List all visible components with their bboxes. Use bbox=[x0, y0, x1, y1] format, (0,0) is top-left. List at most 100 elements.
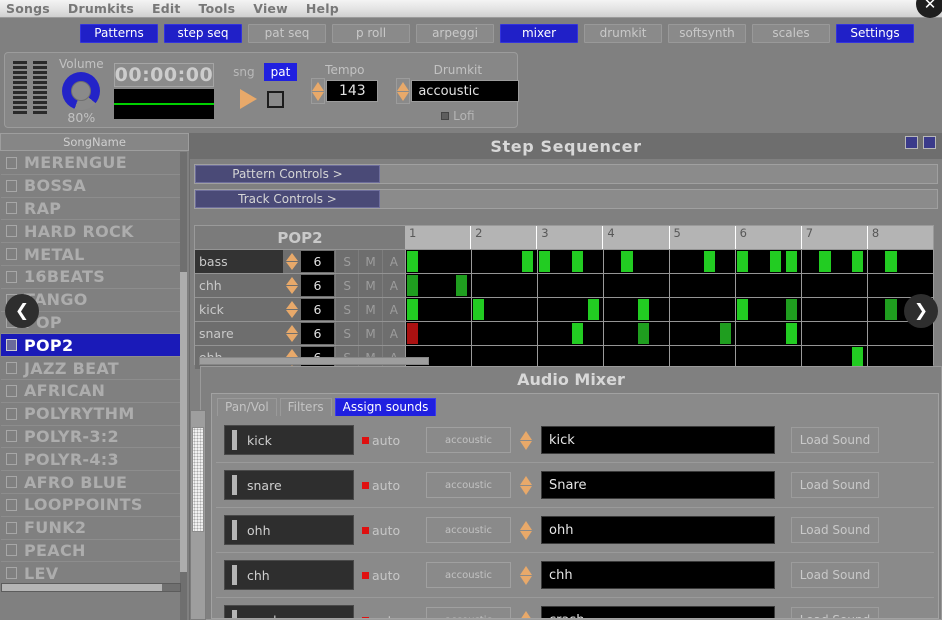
song-checkbox[interactable] bbox=[6, 544, 17, 556]
step-cell[interactable] bbox=[620, 250, 636, 273]
step-cell[interactable] bbox=[867, 298, 884, 321]
song-list-item[interactable]: POLYRYTHM bbox=[1, 403, 181, 426]
tab-scales[interactable]: scales bbox=[752, 24, 830, 43]
sound-stepper[interactable] bbox=[519, 517, 533, 543]
step-cell[interactable] bbox=[521, 298, 537, 321]
track-solo-button[interactable]: S bbox=[335, 250, 358, 273]
step-cell[interactable] bbox=[439, 250, 455, 273]
track-down-icon[interactable] bbox=[286, 310, 298, 318]
step-cell[interactable] bbox=[735, 274, 752, 297]
step-note[interactable] bbox=[572, 323, 583, 344]
step-note[interactable] bbox=[852, 251, 863, 272]
tab-step-seq[interactable]: step seq bbox=[164, 24, 242, 43]
song-checkbox[interactable] bbox=[6, 476, 17, 488]
step-note[interactable] bbox=[588, 299, 599, 320]
track-value[interactable]: 6 bbox=[300, 298, 335, 321]
song-list-item[interactable]: AFRICAN bbox=[1, 380, 181, 403]
sound-up-icon[interactable] bbox=[520, 476, 532, 485]
step-cell[interactable] bbox=[620, 298, 636, 321]
step-note[interactable] bbox=[885, 251, 896, 272]
step-note[interactable] bbox=[786, 299, 797, 320]
step-cell[interactable] bbox=[669, 298, 686, 321]
step-cell[interactable] bbox=[785, 322, 801, 345]
step-note[interactable] bbox=[770, 251, 781, 272]
step-cell[interactable] bbox=[455, 274, 471, 297]
song-list-item[interactable]: POLYR-3:2 bbox=[1, 426, 181, 449]
song-checkbox[interactable] bbox=[6, 362, 17, 374]
mixer-tab-assign-sounds[interactable]: Assign sounds bbox=[335, 398, 437, 416]
sound-up-icon[interactable] bbox=[520, 566, 532, 575]
step-cell[interactable] bbox=[801, 322, 818, 345]
track-mute-button[interactable]: M bbox=[358, 298, 381, 321]
step-cell[interactable] bbox=[752, 322, 768, 345]
step-cell[interactable] bbox=[703, 250, 719, 273]
song-list-item[interactable]: PEACH bbox=[1, 540, 181, 563]
stop-square-icon[interactable] bbox=[267, 91, 284, 108]
track-auto-button[interactable]: A bbox=[382, 298, 405, 321]
step-cell[interactable] bbox=[851, 250, 867, 273]
step-cell[interactable] bbox=[455, 250, 471, 273]
track-solo-button[interactable]: S bbox=[335, 322, 358, 345]
song-list-item[interactable]: FUNK2 bbox=[1, 517, 181, 540]
step-cell[interactable] bbox=[587, 274, 603, 297]
sidebar-hscroll-thumb[interactable] bbox=[2, 584, 162, 591]
step-cell[interactable] bbox=[867, 322, 884, 345]
mixer-channel-strip[interactable]: snare bbox=[224, 470, 354, 500]
song-list-item[interactable]: METAL bbox=[1, 243, 181, 266]
drumkit-stepper[interactable] bbox=[396, 78, 410, 104]
auto-toggle[interactable]: auto bbox=[362, 613, 418, 619]
step-cell[interactable] bbox=[818, 298, 834, 321]
step-cell[interactable] bbox=[686, 298, 702, 321]
sound-up-icon[interactable] bbox=[520, 521, 532, 530]
drumkit-up-icon[interactable] bbox=[397, 82, 409, 91]
step-note[interactable] bbox=[473, 299, 484, 320]
step-cell[interactable] bbox=[884, 322, 900, 345]
sound-down-icon[interactable] bbox=[520, 441, 532, 450]
step-cell[interactable] bbox=[422, 298, 438, 321]
step-cell[interactable] bbox=[703, 274, 719, 297]
step-cell[interactable] bbox=[637, 250, 653, 273]
step-cell[interactable] bbox=[488, 250, 504, 273]
step-cell[interactable] bbox=[488, 298, 504, 321]
mixer-tab-pan-vol[interactable]: Pan/Vol bbox=[217, 398, 277, 416]
step-cell[interactable] bbox=[571, 322, 587, 345]
kit-select-button[interactable]: accoustic bbox=[426, 472, 511, 498]
song-list-item[interactable]: BOSSA bbox=[1, 175, 181, 198]
step-cell[interactable] bbox=[637, 322, 653, 345]
step-cell[interactable] bbox=[471, 322, 488, 345]
mixer-tab-filters[interactable]: Filters bbox=[280, 398, 332, 416]
auto-toggle[interactable]: auto bbox=[362, 433, 418, 448]
step-cell[interactable] bbox=[405, 250, 422, 273]
step-cell[interactable] bbox=[769, 322, 785, 345]
track-auto-button[interactable]: A bbox=[382, 274, 405, 297]
step-cell[interactable] bbox=[703, 298, 719, 321]
step-note[interactable] bbox=[407, 275, 418, 296]
step-cell[interactable] bbox=[505, 274, 521, 297]
song-checkbox[interactable] bbox=[6, 385, 17, 397]
song-checkbox[interactable] bbox=[6, 499, 17, 511]
step-note[interactable] bbox=[786, 251, 797, 272]
song-checkbox[interactable] bbox=[6, 157, 17, 169]
step-cell[interactable] bbox=[735, 250, 752, 273]
sound-name-field[interactable]: Snare bbox=[541, 471, 775, 499]
tab-patterns[interactable]: Patterns bbox=[80, 24, 158, 43]
song-list-item[interactable]: AFRO BLUE bbox=[1, 471, 181, 494]
step-cell[interactable] bbox=[801, 274, 818, 297]
sound-name-field[interactable]: ohh bbox=[541, 516, 775, 544]
song-checkbox[interactable] bbox=[6, 567, 17, 579]
step-cell[interactable] bbox=[917, 250, 933, 273]
tab-mixer[interactable]: mixer bbox=[500, 24, 578, 43]
step-cell[interactable] bbox=[752, 298, 768, 321]
step-cell[interactable] bbox=[653, 322, 669, 345]
step-cell[interactable] bbox=[686, 250, 702, 273]
track-stepper[interactable] bbox=[283, 322, 300, 345]
step-cell[interactable] bbox=[884, 274, 900, 297]
maximize-window-icon[interactable] bbox=[923, 136, 936, 149]
step-note[interactable] bbox=[704, 251, 715, 272]
load-sound-button[interactable]: Load Sound bbox=[791, 562, 879, 588]
step-note[interactable] bbox=[539, 251, 550, 272]
step-cell[interactable] bbox=[422, 274, 438, 297]
tempo-value[interactable]: 143 bbox=[326, 80, 378, 102]
sidebar-vscroll-thumb[interactable] bbox=[180, 272, 187, 572]
step-note[interactable] bbox=[407, 323, 418, 344]
